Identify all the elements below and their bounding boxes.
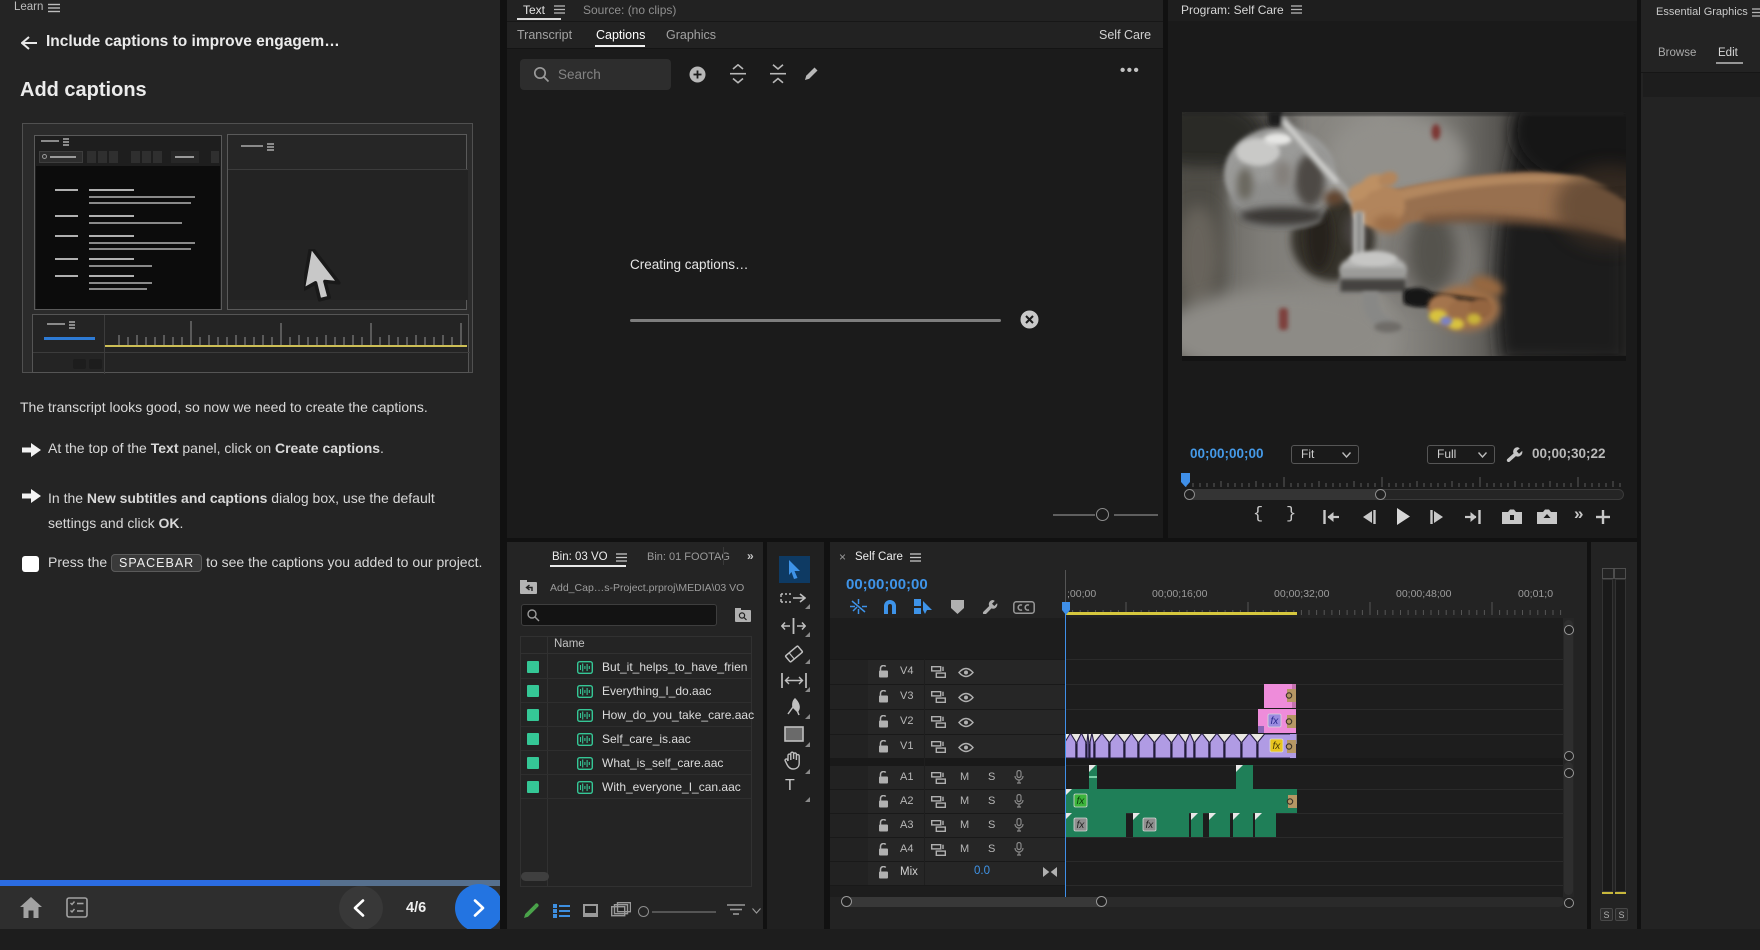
svg-text:fx: fx: [1271, 716, 1280, 727]
svg-text:fx: fx: [1146, 820, 1155, 831]
svg-text:fx: fx: [1077, 796, 1086, 807]
svg-text:fx: fx: [1077, 820, 1086, 831]
svg-text:fx: fx: [1273, 741, 1282, 752]
